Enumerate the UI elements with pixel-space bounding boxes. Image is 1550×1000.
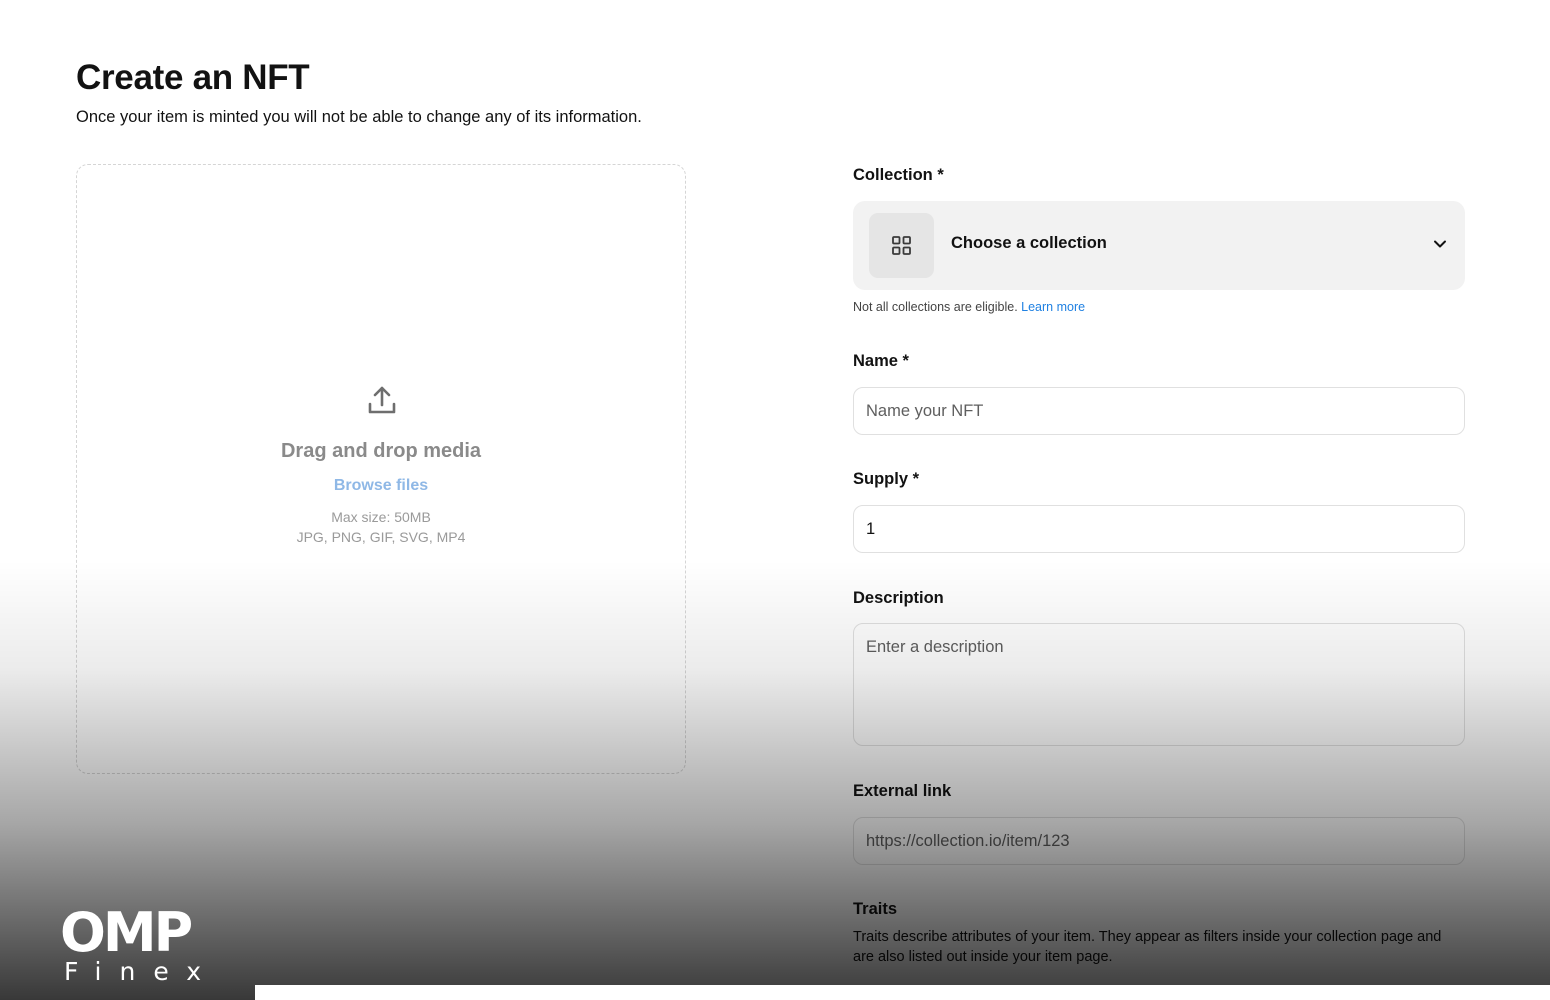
name-label: Name *: [853, 352, 909, 370]
max-size-text: Max size: 50MB: [331, 509, 431, 525]
collection-helper-text: Not all collections are eligible.: [853, 300, 1018, 314]
supported-formats-text: JPG, PNG, GIF, SVG, MP4: [296, 529, 466, 545]
supply-label: Supply *: [853, 470, 920, 488]
description-label: Description: [853, 589, 944, 607]
external-link-label: External link: [853, 782, 952, 800]
name-input[interactable]: [853, 387, 1465, 435]
traits-label: Traits: [853, 900, 898, 918]
collection-select[interactable]: Choose a collection: [853, 201, 1465, 290]
page-title: Create an NFT: [76, 58, 310, 97]
collection-helper: Not all collections are eligible. Learn …: [853, 300, 1085, 314]
collection-icon-box: [869, 213, 934, 278]
media-dropzone[interactable]: Drag and drop media Browse files Max siz…: [76, 164, 686, 774]
grid-icon: [892, 236, 911, 255]
supply-input[interactable]: [853, 505, 1465, 553]
collection-select-text: Choose a collection: [951, 234, 1107, 252]
browse-files-link[interactable]: Browse files: [77, 477, 685, 495]
drag-drop-text: Drag and drop media: [280, 440, 482, 462]
external-link-input[interactable]: [853, 817, 1465, 865]
omp-finex-logo: OMP Finex: [60, 903, 210, 993]
bottom-white-strip: [255, 985, 1550, 1000]
logo-main-text: OMP: [60, 901, 193, 964]
upload-icon: [368, 386, 396, 414]
traits-description: Traits describe attributes of your item.…: [853, 929, 1442, 965]
create-nft-page: Create an NFT Once your item is minted y…: [0, 0, 1550, 1000]
page-subtitle: Once your item is minted you will not be…: [76, 108, 642, 126]
description-textarea[interactable]: [853, 623, 1465, 746]
chevron-down-icon: [1434, 240, 1446, 248]
learn-more-link[interactable]: Learn more: [1021, 300, 1085, 314]
logo-sub-text: Finex: [64, 957, 220, 986]
collection-label: Collection *: [853, 166, 944, 184]
